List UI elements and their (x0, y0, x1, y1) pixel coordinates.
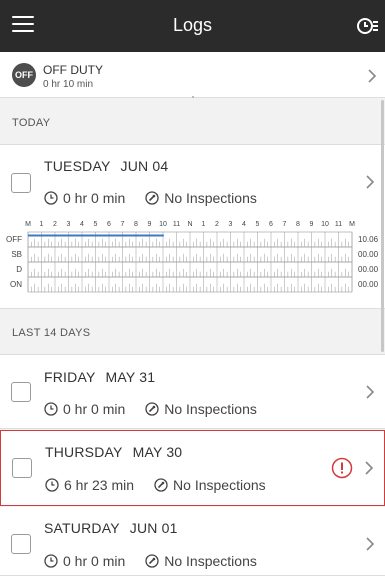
log-day: TUESDAY (44, 158, 111, 174)
inspection-icon (145, 191, 159, 205)
hour-label: 10 (321, 221, 329, 228)
chevron-right-icon (366, 537, 375, 551)
log-date-value: JUN 01 (129, 520, 178, 536)
duty-status-label: OFF DUTY (43, 63, 103, 77)
log-date: SATURDAY JUN 01 (44, 520, 178, 536)
log-hours: 6 hr 23 min (64, 477, 135, 493)
log-day: SATURDAY (44, 520, 120, 536)
hour-label: 11 (173, 221, 180, 228)
log-inspections: No Inspections (164, 190, 257, 206)
log-checkbox[interactable] (12, 458, 32, 478)
row-total: 00.00 (358, 250, 379, 259)
hour-label: 7 (283, 221, 287, 228)
row-total: 10.06 (358, 235, 379, 244)
hour-label: 5 (94, 221, 98, 228)
log-inspections: No Inspections (164, 553, 257, 569)
section-today-label: TODAY (12, 117, 51, 129)
log-day: THURSDAY (45, 444, 123, 460)
page-title: Logs (172, 15, 213, 35)
hour-label: 11 (335, 221, 342, 228)
hour-label: M (25, 221, 31, 228)
hour-label: 4 (242, 221, 246, 228)
chevron-right-icon (368, 69, 377, 83)
row-label: D (16, 265, 22, 274)
hour-label: 3 (229, 221, 233, 228)
log-hours: 0 hr 0 min (63, 553, 126, 569)
hour-label: 4 (80, 221, 84, 228)
hour-label: 6 (107, 221, 111, 228)
row-label: OFF (6, 235, 22, 244)
hour-label: 6 (269, 221, 273, 228)
inspection-icon (154, 478, 168, 492)
divider-dot (192, 96, 194, 98)
hour-label: 1 (40, 221, 44, 228)
log-hours: 0 hr 0 min (63, 190, 126, 206)
hour-label: 3 (67, 221, 71, 228)
hour-label: N (187, 221, 192, 228)
log-date: TUESDAY JUN 04 (44, 158, 168, 174)
row-total: 00.00 (358, 265, 379, 274)
log-inspections: No Inspections (164, 401, 257, 417)
duty-status-duration: 0 hr 10 min (43, 79, 94, 90)
row-label: ON (10, 280, 22, 289)
inspection-icon (145, 402, 159, 416)
chevron-right-icon (366, 175, 375, 189)
log-meta: 0 hr 0 min No Inspections (44, 190, 257, 206)
current-duty-status[interactable]: OFF OFF DUTY 0 hr 10 min (0, 52, 385, 98)
log-date-value: MAY 31 (105, 369, 156, 385)
row-label: SB (11, 250, 22, 259)
log-card[interactable]: SATURDAY JUN 01 0 hr 0 min No Inspections (0, 507, 385, 576)
hour-label: 9 (310, 221, 314, 228)
log-meta: 6 hr 23 min No Inspections (45, 477, 266, 493)
log-meta: 0 hr 0 min No Inspections (44, 553, 257, 569)
log-day: FRIDAY (44, 369, 96, 385)
clock-icon (45, 478, 59, 492)
clock-icon (44, 554, 58, 568)
log-date: THURSDAY MAY 30 (45, 444, 182, 460)
clock-icon (44, 402, 58, 416)
log-inspections: No Inspections (173, 477, 266, 493)
clock-icon (44, 191, 58, 205)
hour-label: 5 (256, 221, 260, 228)
log-date-value: JUN 04 (120, 158, 169, 174)
section-last-14-label: LAST 14 DAYS (12, 327, 91, 339)
hour-label: 2 (53, 221, 57, 228)
log-hours: 0 hr 0 min (63, 401, 126, 417)
log-meta: 0 hr 0 min No Inspections (44, 401, 257, 417)
hos-graph: M 1 2 3 4 5 6 7 8 9 10 11 N 1 2 3 4 5 6 7 8 9 10 11 MOFF 10.06SB 0… (6, 221, 379, 293)
hour-label: 2 (215, 221, 219, 228)
log-checkbox[interactable] (11, 173, 31, 193)
inspection-icon (145, 554, 159, 568)
section-today: TODAY (0, 99, 385, 145)
hour-label: M (349, 221, 355, 228)
chevron-right-icon (366, 385, 375, 399)
violation-alert-icon[interactable] (331, 457, 353, 479)
hour-label: 7 (121, 221, 125, 228)
today-log-card[interactable]: TUESDAY JUN 04 0 hr 0 min No Inspections … (0, 145, 385, 309)
log-checkbox[interactable] (11, 534, 31, 554)
log-date-value: MAY 30 (132, 444, 183, 460)
hour-label: 8 (296, 221, 300, 228)
duty-status-icon[interactable] (355, 16, 379, 36)
log-checkbox[interactable] (11, 382, 31, 402)
section-last-14-days: LAST 14 DAYS (0, 309, 385, 355)
log-date: FRIDAY MAY 31 (44, 369, 155, 385)
log-card[interactable]: FRIDAY MAY 31 0 hr 0 min No Inspections (0, 355, 385, 429)
log-card-violation[interactable]: THURSDAY MAY 30 6 hr 23 min No Inspection… (0, 430, 385, 506)
scrollbar[interactable] (381, 100, 384, 352)
off-duty-badge: OFF (12, 63, 36, 87)
hour-label: 8 (134, 221, 138, 228)
app-bar: Logs (0, 0, 385, 52)
hour-label: 10 (159, 221, 167, 228)
row-total: 00.00 (358, 280, 379, 289)
hour-label: 1 (202, 221, 206, 228)
hour-label: 9 (148, 221, 152, 228)
chevron-right-icon (365, 461, 374, 475)
